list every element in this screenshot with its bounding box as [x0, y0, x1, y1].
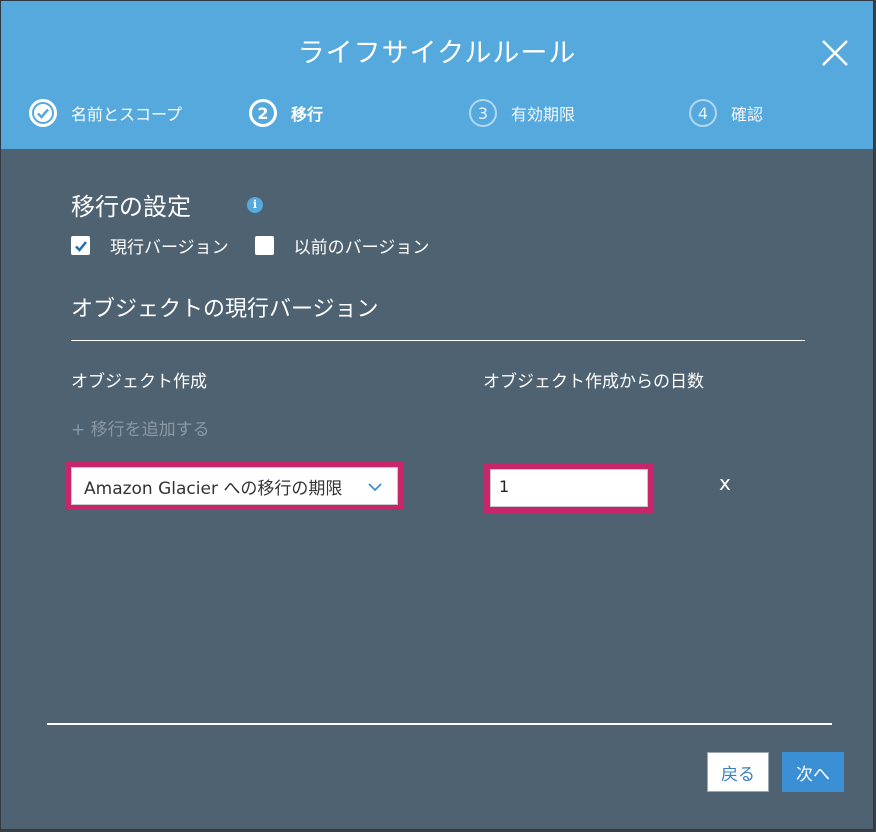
add-transition-link[interactable]: + 移行を追加する [71, 415, 210, 440]
lifecycle-rule-dialog: ライフサイクルルール 名前とスコープ 2 移行 3 有効期限 4 確認 移行の設… [0, 0, 874, 830]
step-label: 名前とスコープ [71, 105, 183, 124]
divider [71, 340, 805, 341]
subsection-title: オブジェクトの現行バージョン [71, 297, 379, 322]
wizard-steps: 名前とスコープ 2 移行 3 有効期限 4 確認 [1, 97, 873, 137]
step-label: 有効期限 [511, 105, 576, 124]
next-button[interactable]: 次へ [782, 752, 844, 792]
version-checkbox-row: 現行バージョン 以前のバージョン [71, 233, 455, 258]
days-since-creation-column-label: オブジェクト作成からの日数 [483, 372, 704, 392]
step-transition[interactable]: 2 移行 [249, 99, 323, 127]
object-creation-column-label: オブジェクト作成 [71, 372, 207, 392]
days-input[interactable] [490, 469, 648, 507]
section-title: 移行の設定 [71, 193, 191, 221]
remove-transition-button[interactable]: x [719, 471, 731, 495]
checkmark-icon [74, 240, 87, 252]
previous-version-label: 以前のバージョン [293, 238, 430, 258]
previous-version-checkbox[interactable] [254, 236, 274, 255]
transition-select-value: Amazon Glacier への移行の期限 [84, 478, 343, 499]
transition-type-select[interactable]: Amazon Glacier への移行の期限 [71, 467, 398, 505]
step-review[interactable]: 4 確認 [689, 99, 763, 127]
dialog-title: ライフサイクルルール [297, 38, 577, 69]
current-version-checkbox[interactable] [71, 236, 90, 255]
step-label: 確認 [731, 105, 764, 124]
step-name-and-scope[interactable]: 名前とスコープ [29, 99, 182, 127]
transition-select-highlight: Amazon Glacier への移行の期限 [66, 462, 403, 510]
step-expiration[interactable]: 3 有効期限 [469, 99, 575, 127]
info-icon[interactable]: i [247, 197, 263, 213]
back-button[interactable]: 戻る [707, 752, 769, 792]
step-label: 移行 [291, 105, 324, 124]
days-input-highlight [484, 463, 654, 513]
chevron-down-icon [368, 483, 382, 492]
step-number: 4 [689, 99, 717, 127]
check-circle-icon [29, 99, 57, 127]
close-icon[interactable] [819, 37, 851, 69]
dialog-header: ライフサイクルルール 名前とスコープ 2 移行 3 有効期限 4 確認 [1, 1, 873, 149]
step-number: 2 [249, 99, 277, 127]
step-number: 3 [469, 99, 497, 127]
current-version-label: 現行バージョン [110, 238, 229, 258]
footer-divider [47, 723, 832, 725]
